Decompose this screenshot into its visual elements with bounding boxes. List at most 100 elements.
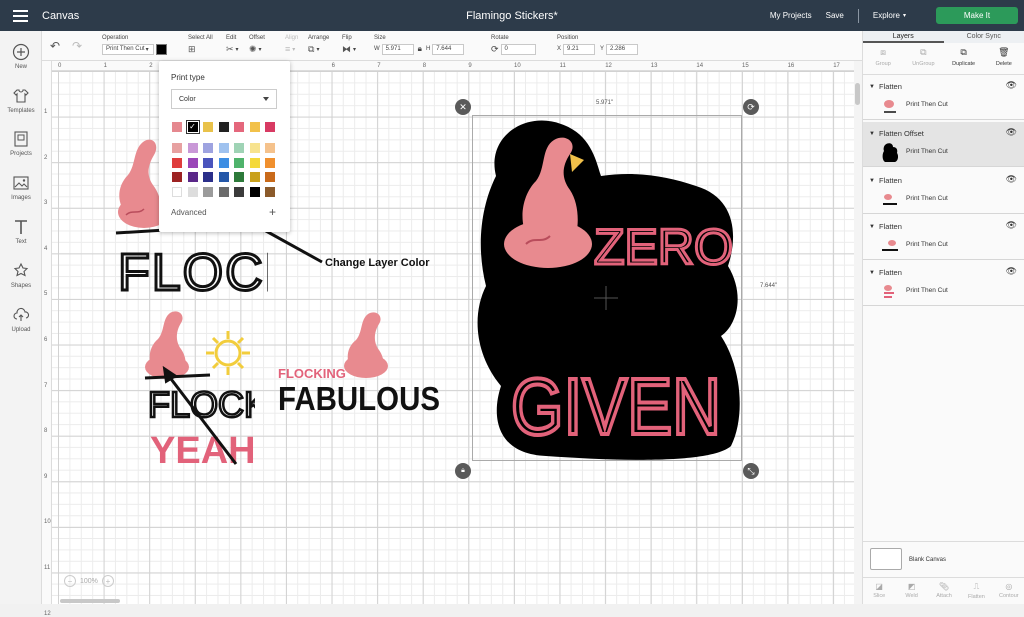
layer-operation: Print Then Cut	[906, 241, 948, 248]
layer-item[interactable]: ▼Flatten 👁︎ Print Then Cut	[863, 169, 1024, 214]
layer-thumbnail	[881, 235, 899, 255]
eye-icon[interactable]: 👁︎	[1006, 174, 1017, 185]
advanced-label[interactable]: Advanced	[171, 208, 207, 217]
color-swatch[interactable]	[172, 187, 182, 197]
color-swatch[interactable]	[234, 187, 244, 197]
color-swatch[interactable]	[234, 122, 244, 132]
collapse-triangle-icon[interactable]: ▼	[869, 178, 875, 184]
layer-thumbnail	[881, 95, 899, 115]
flatten-icon: ⎍	[960, 582, 992, 592]
eye-icon[interactable]: 👁︎	[1006, 80, 1017, 91]
layer-operation: Print Then Cut	[906, 148, 948, 155]
collapse-triangle-icon[interactable]: ▼	[869, 224, 875, 230]
slice-icon: ◪	[863, 582, 895, 591]
blank-canvas-row[interactable]: Blank Canvas	[863, 541, 1024, 577]
color-swatch[interactable]	[203, 158, 213, 168]
layer-title: Flatten	[879, 268, 902, 277]
group-button[interactable]: ⧈ Group	[863, 43, 903, 74]
eye-icon[interactable]: 👁︎	[1006, 127, 1017, 138]
color-swatch[interactable]	[188, 158, 198, 168]
color-swatch[interactable]	[188, 143, 198, 153]
print-type-select[interactable]: Color	[171, 89, 277, 109]
color-swatch[interactable]	[250, 143, 260, 153]
annotation-label: Change Layer Color	[325, 257, 430, 269]
color-swatch[interactable]	[219, 122, 229, 132]
layer-operation: Print Then Cut	[906, 287, 948, 294]
weld-label: Weld	[905, 593, 917, 599]
color-swatch[interactable]	[203, 187, 213, 197]
color-swatch[interactable]	[234, 172, 244, 182]
collapse-triangle-icon[interactable]: ▼	[869, 270, 875, 276]
attach-label: Attach	[936, 593, 952, 599]
color-swatch[interactable]	[203, 143, 213, 153]
color-swatch[interactable]	[265, 143, 275, 153]
color-swatch[interactable]	[172, 172, 182, 182]
layers-panel: Layers Color Sync ⧈ Group ⧉ UnGroup ⧉Dupli…	[862, 31, 1024, 604]
flatten-button[interactable]: ⎍ Flatten	[960, 578, 992, 604]
ruler-left-number: 12	[44, 611, 51, 617]
print-type-title: Print type	[171, 73, 205, 82]
color-swatch[interactable]	[219, 143, 229, 153]
attach-button[interactable]: 📎︎Attach	[928, 578, 960, 604]
color-swatch-selected[interactable]: ✓	[188, 122, 198, 132]
color-swatch[interactable]	[203, 172, 213, 182]
contour-label: Contour	[999, 593, 1019, 599]
color-swatch[interactable]	[234, 143, 244, 153]
delete-button[interactable]: 🗑︎ Delete	[984, 43, 1024, 74]
collapse-triangle-icon[interactable]: ▼	[869, 84, 875, 90]
color-swatch[interactable]	[250, 122, 260, 132]
weld-icon: ◩	[895, 582, 927, 591]
layer-thumbnail	[881, 189, 899, 209]
color-swatch[interactable]	[250, 187, 260, 197]
slice-label: Slice	[873, 593, 885, 599]
layer-title: Flatten Offset	[879, 129, 924, 138]
layer-title: Flatten	[879, 222, 902, 231]
color-swatch[interactable]	[219, 187, 229, 197]
color-swatch[interactable]	[219, 172, 229, 182]
color-swatch[interactable]	[265, 172, 275, 182]
layer-item[interactable]: ▼ Flatten 👁︎ Print Then Cut	[863, 215, 1024, 260]
duplicate-icon: ⧉	[944, 47, 984, 58]
delete-label: Delete	[996, 61, 1012, 67]
print-type-value: Color	[179, 96, 196, 103]
duplicate-button[interactable]: ⧉Duplicate	[944, 43, 984, 74]
layer-item[interactable]: ▼Flatten 👁︎ Print Then Cut	[863, 75, 1024, 120]
color-swatch[interactable]	[203, 122, 213, 132]
color-swatch[interactable]	[172, 143, 182, 153]
color-swatch[interactable]	[234, 158, 244, 168]
layer-item-selected[interactable]: ▼ Flatten Offset 👁︎ Print Then Cut	[863, 122, 1024, 167]
eye-icon[interactable]: 👁︎	[1006, 220, 1017, 231]
group-icon: ⧈	[863, 47, 903, 58]
contour-button[interactable]: ◎ Contour	[993, 578, 1024, 604]
color-swatch[interactable]	[250, 158, 260, 168]
slice-button[interactable]: ◪ Slice	[863, 578, 895, 604]
ungroup-label: UnGroup	[912, 61, 934, 67]
tab-layers[interactable]: Layers	[863, 31, 944, 43]
tab-color-sync[interactable]: Color Sync	[944, 31, 1024, 43]
contour-icon: ◎	[993, 582, 1024, 591]
ungroup-icon: ⧉	[903, 47, 943, 58]
weld-button[interactable]: ◩ Weld	[895, 578, 927, 604]
layer-item[interactable]: ▼ Flatten 👁︎ Print Then Cut	[863, 261, 1024, 306]
color-swatch[interactable]	[172, 158, 182, 168]
advanced-plus-icon[interactable]: +	[269, 205, 276, 219]
eye-icon[interactable]: 👁︎	[1006, 266, 1017, 277]
color-swatch[interactable]	[265, 158, 275, 168]
blank-canvas-thumbnail	[870, 548, 902, 570]
collapse-triangle-icon[interactable]: ▼	[869, 131, 875, 137]
group-label: Group	[875, 61, 890, 67]
layer-operations-bar: ◪ Slice ◩ Weld 📎︎Attach ⎍ Flatten ◎ Contour	[863, 577, 1024, 604]
color-swatch[interactable]	[265, 187, 275, 197]
color-swatch[interactable]	[219, 158, 229, 168]
layer-title: Flatten	[879, 82, 902, 91]
color-swatch[interactable]	[172, 122, 182, 132]
flatten-label: Flatten	[968, 594, 985, 600]
color-swatch[interactable]	[265, 122, 275, 132]
color-swatch[interactable]	[188, 172, 198, 182]
trash-icon: 🗑︎	[984, 47, 1024, 58]
ungroup-button[interactable]: ⧉ UnGroup	[903, 43, 943, 74]
print-type-popup: Print type Color ✓ Advanced +	[159, 61, 290, 232]
color-swatch[interactable]	[188, 187, 198, 197]
layer-operation: Print Then Cut	[906, 195, 948, 202]
color-swatch[interactable]	[250, 172, 260, 182]
